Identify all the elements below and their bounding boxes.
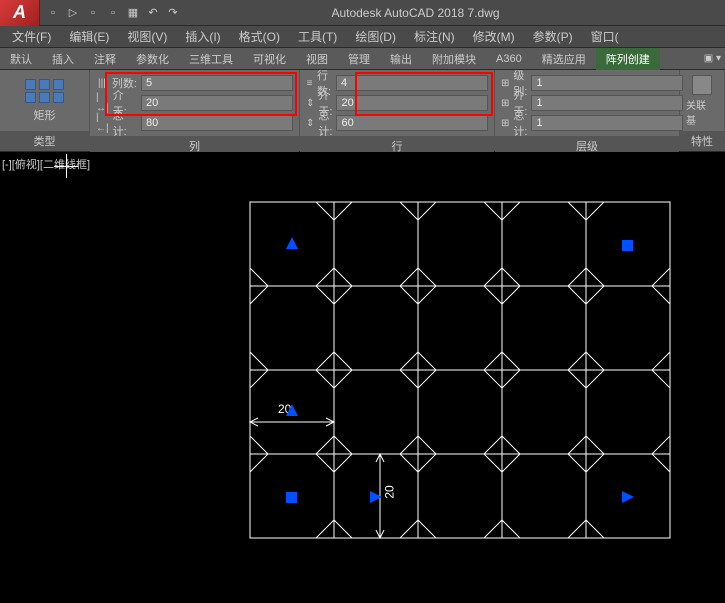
rows-between-input[interactable] [336, 95, 488, 111]
tab-default[interactable]: 默认 [0, 48, 42, 70]
tab-a360[interactable]: A360 [486, 50, 532, 68]
rows-total-input[interactable] [336, 115, 488, 131]
columns-count-icon: ||| [96, 76, 108, 90]
levels-count-icon: ⊞ [501, 76, 509, 90]
tab-array-create[interactable]: 阵列创建 [596, 48, 660, 70]
open-icon[interactable]: ▷ [64, 4, 82, 22]
columns-total-icon: |←| [96, 116, 109, 130]
tab-visualize[interactable]: 可视化 [243, 48, 296, 70]
new-icon[interactable]: ▫ [44, 4, 62, 22]
grip-row-arrow-mid[interactable] [286, 404, 298, 416]
levels-total-label: 总计: [513, 107, 527, 139]
app-title: Autodesk AutoCAD 2018 7.dwg [186, 6, 725, 20]
tab-annotate[interactable]: 注释 [84, 48, 126, 70]
menubar: 文件(F) 编辑(E) 视图(V) 插入(I) 格式(O) 工具(T) 绘图(D… [0, 26, 725, 48]
ribbon: 矩形 类型 ||| 列数: |↔| 介于: |←| 总计: 列 [0, 70, 725, 152]
panel-levels: ⊞ 级别: ⊞ 介于: ⊞ 总计: 层级 [495, 70, 680, 151]
rows-count-input[interactable] [336, 75, 488, 91]
tab-manage[interactable]: 管理 [338, 48, 380, 70]
rows-total-label: 总计: [318, 107, 332, 139]
redo-icon[interactable]: ↷ [164, 4, 182, 22]
drawing-canvas[interactable]: [-][俯视][二维线框] [0, 152, 725, 602]
menu-insert[interactable]: 插入(I) [177, 26, 228, 47]
titlebar: A ▫ ▷ ▫ ▫ ▦ ↶ ↷ Autodesk AutoCAD 2018 7.… [0, 0, 725, 26]
quick-access-toolbar: ▫ ▷ ▫ ▫ ▦ ↶ ↷ [40, 4, 186, 22]
panel-properties: 关联 基 特性 [680, 70, 725, 151]
tab-addins[interactable]: 附加模块 [422, 48, 486, 70]
type-label: 矩形 [34, 107, 56, 123]
plot-icon[interactable]: ▦ [124, 4, 142, 22]
levels-between-input[interactable] [531, 95, 683, 111]
levels-total-input[interactable] [531, 115, 683, 131]
panel-columns: ||| 列数: |↔| 介于: |←| 总计: 列 [90, 70, 300, 151]
levels-total-icon: ⊞ [501, 116, 509, 130]
menu-draw[interactable]: 绘图(D) [347, 26, 404, 47]
menu-tools[interactable]: 工具(T) [290, 26, 345, 47]
levels-between-icon: ⊞ [501, 96, 509, 110]
grip-col-arrow-end[interactable] [622, 491, 634, 503]
view-label[interactable]: [-][俯视][二维线框] [2, 156, 90, 172]
menu-edit[interactable]: 编辑(E) [61, 26, 117, 47]
rows-count-icon: ≡ [306, 76, 313, 90]
rows-between-icon: ⇕ [306, 96, 314, 110]
menu-params[interactable]: 参数(P) [525, 26, 581, 47]
array-type-icon [25, 79, 36, 90]
menu-format[interactable]: 格式(O) [231, 26, 288, 47]
tab-featured[interactable]: 精选应用 [532, 48, 596, 70]
grip-corner-top-right[interactable] [622, 240, 633, 251]
panel-rows: ≡ 行数: ⇕ 介于: ⇕ 总计: 行 [300, 70, 495, 151]
app-logo[interactable]: A [0, 0, 40, 26]
panel-type-title: 类型 [0, 131, 89, 151]
levels-count-input[interactable] [531, 75, 683, 91]
ribbon-tabs: 默认 插入 注释 参数化 三维工具 可视化 视图 管理 输出 附加模块 A360… [0, 48, 725, 70]
columns-between-input[interactable] [141, 95, 293, 111]
tab-3dtools[interactable]: 三维工具 [179, 48, 243, 70]
saveas-icon[interactable]: ▫ [104, 4, 122, 22]
menu-file[interactable]: 文件(F) [4, 26, 59, 47]
associate-icon[interactable] [692, 75, 712, 95]
columns-between-icon: |↔| [96, 96, 109, 110]
undo-icon[interactable]: ↶ [144, 4, 162, 22]
rows-total-icon: ⇕ [306, 116, 314, 130]
save-icon[interactable]: ▫ [84, 4, 102, 22]
tab-extras: ▣ ▾ [704, 53, 725, 64]
columns-count-input[interactable] [141, 75, 293, 91]
grip-col-arrow[interactable] [370, 491, 382, 503]
menu-view[interactable]: 视图(V) [119, 26, 175, 47]
tab-output[interactable]: 输出 [380, 48, 422, 70]
columns-total-label: 总计: [113, 107, 137, 139]
menu-modify[interactable]: 修改(M) [465, 26, 523, 47]
menu-window[interactable]: 窗口( [583, 26, 627, 47]
columns-total-input[interactable] [141, 115, 293, 131]
tab-insert[interactable]: 插入 [42, 48, 84, 70]
array-drawing: 20 20 [240, 192, 690, 567]
cursor-horizontal [54, 166, 78, 167]
associate-label: 关联 基 [686, 97, 718, 127]
tab-arrow-icon[interactable]: ▣ ▾ [704, 53, 721, 64]
tab-parametric[interactable]: 参数化 [126, 48, 179, 70]
dimension-20-v: 20 [383, 485, 397, 498]
panel-properties-title: 特性 [680, 131, 724, 151]
menu-annotate[interactable]: 标注(N) [406, 26, 463, 47]
grip-row-arrow-top[interactable] [286, 237, 298, 249]
grip-base-square[interactable] [286, 492, 297, 503]
panel-type: 矩形 类型 [0, 70, 90, 151]
